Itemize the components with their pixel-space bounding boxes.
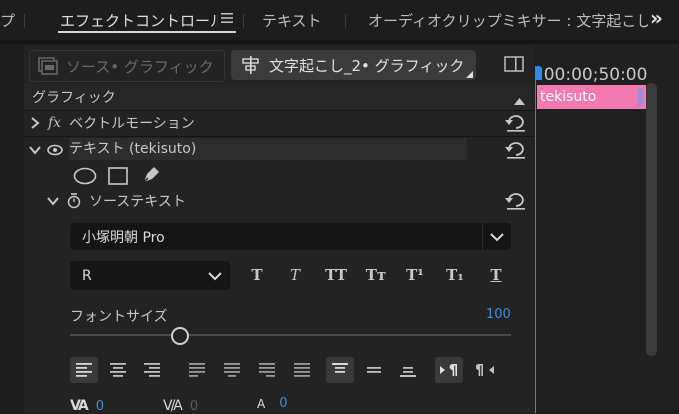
justify-last-left-button[interactable] xyxy=(183,357,211,383)
paragraph-align-group xyxy=(70,357,166,383)
source-graphic-button[interactable]: ソース• グラフィック xyxy=(29,50,225,82)
tracking-control[interactable]: V/A 0 xyxy=(163,398,198,414)
visibility-eye-icon[interactable] xyxy=(47,144,63,156)
dropdown-corner-icon xyxy=(466,66,473,82)
align-layer-icon xyxy=(241,56,261,74)
reset-icon[interactable] xyxy=(505,141,527,159)
faux-italic-button[interactable]: T xyxy=(284,266,306,284)
clip-graphic-button[interactable]: 文字起こし_2• グラフィック xyxy=(231,50,476,80)
all-caps-button[interactable]: TT xyxy=(322,266,350,284)
reset-icon[interactable] xyxy=(505,192,527,210)
clip-end-handle[interactable] xyxy=(637,88,643,106)
tab-text[interactable]: テキスト xyxy=(262,10,322,31)
stopwatch-icon[interactable] xyxy=(67,193,81,209)
vertical-align-group xyxy=(326,357,422,383)
playhead-handle[interactable] xyxy=(535,66,542,80)
align-center-button[interactable] xyxy=(104,357,132,383)
text-layer-name[interactable]: テキスト (tekisuto) xyxy=(69,138,467,160)
source-text-label: ソーステキスト xyxy=(89,194,186,210)
clip-name: tekisuto xyxy=(540,89,597,105)
reset-icon[interactable] xyxy=(505,114,527,132)
align-right-button[interactable] xyxy=(138,357,166,383)
baseline-value[interactable]: 0 xyxy=(279,396,287,411)
panel-toggle-icon[interactable] xyxy=(504,55,524,77)
vector-motion-row: fx ベクトルモーション xyxy=(24,110,534,136)
graphic-icon xyxy=(38,57,58,75)
tab-partial[interactable]: プ xyxy=(0,10,15,31)
subscript-button[interactable]: T₁ xyxy=(443,266,467,284)
fx-badge[interactable]: fx xyxy=(48,115,61,131)
tab-menu-icon[interactable] xyxy=(221,12,233,28)
ellipse-mask-icon[interactable] xyxy=(73,167,97,189)
align-middle-button[interactable] xyxy=(360,357,388,383)
tab-divider xyxy=(24,14,25,28)
underline-button[interactable]: T xyxy=(484,266,508,284)
left-to-right-button[interactable] xyxy=(435,357,463,383)
tab-audio-clip-mixer[interactable]: オーディオクリップミキサー : 文字起こし xyxy=(368,10,648,31)
justify-last-center-button[interactable] xyxy=(218,357,246,383)
font-size-slider-track[interactable] xyxy=(70,334,511,336)
tracking-value[interactable]: 0 xyxy=(190,399,198,414)
justify-last-right-button[interactable] xyxy=(253,357,281,383)
font-size-label: フォントサイズ xyxy=(70,309,168,325)
tab-divider xyxy=(345,14,346,28)
expand-chevron-icon[interactable] xyxy=(30,117,40,129)
font-size-value[interactable]: 100 xyxy=(486,307,511,322)
panel-gap xyxy=(0,40,679,44)
rectangle-mask-icon[interactable] xyxy=(108,167,128,189)
collapse-up-icon[interactable] xyxy=(514,93,525,109)
align-top-button[interactable] xyxy=(326,357,354,383)
source-label: ソース• グラフィック xyxy=(66,57,214,76)
section-title: グラフィック xyxy=(32,90,116,106)
tab-overflow-icon[interactable]: » xyxy=(650,6,672,30)
kerning-control[interactable]: VA 0 xyxy=(70,398,104,414)
clip-label: 文字起こし_2• グラフィック xyxy=(269,56,465,75)
small-caps-button[interactable]: Tт xyxy=(362,266,390,284)
font-family-dropdown[interactable]: 小塚明朝 Pro xyxy=(70,223,511,250)
justify-group xyxy=(183,357,316,383)
right-to-left-button[interactable] xyxy=(471,357,499,383)
graphic-clip[interactable]: tekisuto xyxy=(537,85,646,109)
active-tab-indicator xyxy=(58,31,236,33)
source-text-row: ソーステキスト xyxy=(24,188,534,214)
kerning-icon: VA xyxy=(70,398,89,414)
chevron-down-icon xyxy=(200,271,230,281)
collapse-chevron-icon[interactable] xyxy=(47,196,59,206)
vertical-scrollbar[interactable] xyxy=(646,83,657,356)
text-direction-group xyxy=(435,357,499,383)
superscript-button[interactable]: T¹ xyxy=(403,266,427,284)
vector-motion-label: ベクトルモーション xyxy=(69,116,195,132)
align-left-button[interactable] xyxy=(70,357,98,383)
collapse-chevron-icon[interactable] xyxy=(29,145,41,155)
kerning-value[interactable]: 0 xyxy=(96,399,104,414)
font-family-value: 小塚明朝 Pro xyxy=(82,229,165,246)
tab-divider xyxy=(243,14,244,28)
baseline-control[interactable]: A 0 xyxy=(257,396,288,411)
font-style-dropdown[interactable]: R xyxy=(70,261,230,290)
timecode-display: :00:00;50:00 xyxy=(538,65,648,85)
font-style-value: R xyxy=(82,267,92,284)
tab-effect-controls[interactable]: エフェクトコントロール xyxy=(60,10,218,31)
justify-all-button[interactable] xyxy=(288,357,316,383)
graphic-section-header[interactable]: グラフィック xyxy=(24,84,534,110)
faux-bold-button[interactable]: T xyxy=(246,266,268,284)
align-bottom-button[interactable] xyxy=(394,357,422,383)
playhead-line[interactable] xyxy=(535,66,536,413)
tracking-icon: V/A xyxy=(163,398,183,414)
chevron-down-icon xyxy=(483,232,511,242)
baseline-shift-icon: A xyxy=(257,397,266,411)
pen-mask-icon[interactable] xyxy=(141,165,161,189)
